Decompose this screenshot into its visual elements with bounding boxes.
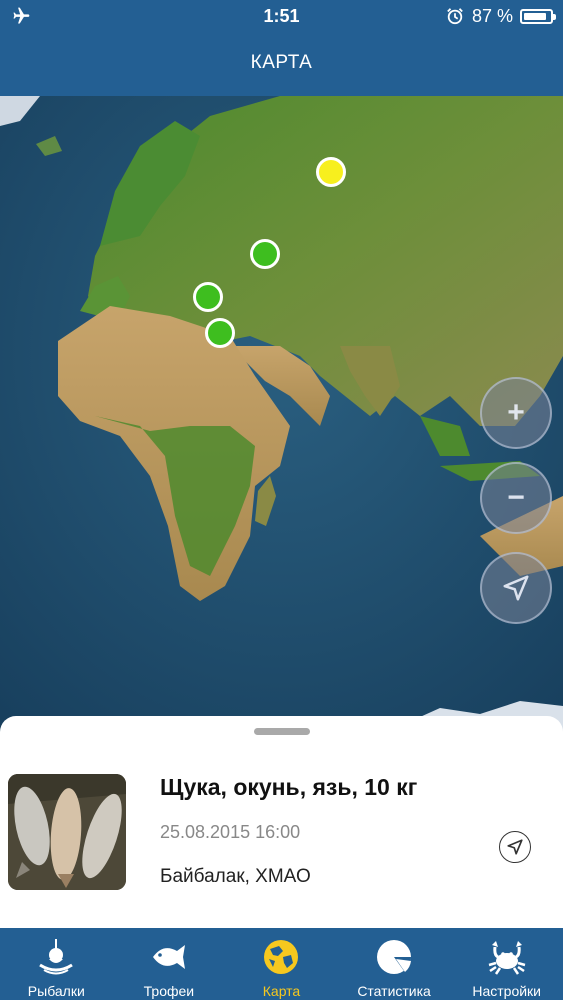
tab-label: Трофеи	[143, 983, 195, 999]
tab-label: Статистика	[357, 983, 431, 999]
location-arrow-icon	[503, 575, 529, 601]
navigate-button[interactable]	[499, 831, 531, 863]
plus-icon: +	[507, 396, 525, 429]
status-bar: 1:51 87 %	[0, 0, 563, 34]
tab-trophies[interactable]: Трофеи	[113, 928, 226, 1000]
top-bar: 1:51 87 % КАРТА	[0, 0, 563, 96]
fish-icon	[152, 945, 185, 969]
page-title: КАРТА	[250, 52, 313, 73]
zoom-in-button[interactable]: +	[480, 377, 552, 449]
battery-percent: 87 %	[472, 6, 514, 26]
tab-label: Рыбалки	[27, 983, 85, 999]
location-arrow-icon	[507, 839, 523, 855]
battery-icon	[520, 9, 556, 24]
catch-location: Байбалак, ХМАО	[160, 866, 311, 887]
satellite-map[interactable]	[0, 96, 563, 736]
bobber-icon	[39, 939, 74, 975]
catch-title: Щука, окунь, язь, 10 кг	[160, 774, 418, 800]
my-location-button[interactable]	[480, 552, 552, 624]
catch-card-sheet[interactable]: Щука, окунь, язь, 10 кг 25.08.2015 16:00…	[0, 716, 563, 928]
map-view[interactable]: + −	[0, 96, 563, 736]
crab-icon	[488, 941, 526, 975]
sheet-drag-handle[interactable]	[254, 728, 310, 735]
catch-marker-green[interactable]	[193, 282, 223, 312]
alarm-icon	[447, 8, 463, 25]
tab-label: Настройки	[472, 983, 541, 999]
tab-statistics[interactable]: Статистика	[338, 928, 451, 1000]
tab-label: Карта	[262, 983, 301, 999]
tab-settings[interactable]: Настройки	[450, 928, 563, 1000]
tab-bar: Рыбалки Трофеи Карта Статистика Настройк…	[0, 928, 563, 1000]
tab-map[interactable]: Карта	[225, 928, 338, 1000]
globe-icon	[264, 940, 299, 974]
tab-fishing-trips[interactable]: Рыбалки	[0, 928, 113, 1000]
zoom-out-button[interactable]: −	[480, 462, 552, 534]
catch-marker-yellow[interactable]	[316, 157, 346, 187]
pie-chart-icon	[377, 940, 412, 974]
catch-marker-green[interactable]	[250, 239, 280, 269]
catch-photo[interactable]	[8, 774, 126, 890]
minus-icon: −	[507, 481, 525, 514]
catch-datetime: 25.08.2015 16:00	[160, 822, 301, 842]
catch-marker-green[interactable]	[205, 318, 235, 348]
